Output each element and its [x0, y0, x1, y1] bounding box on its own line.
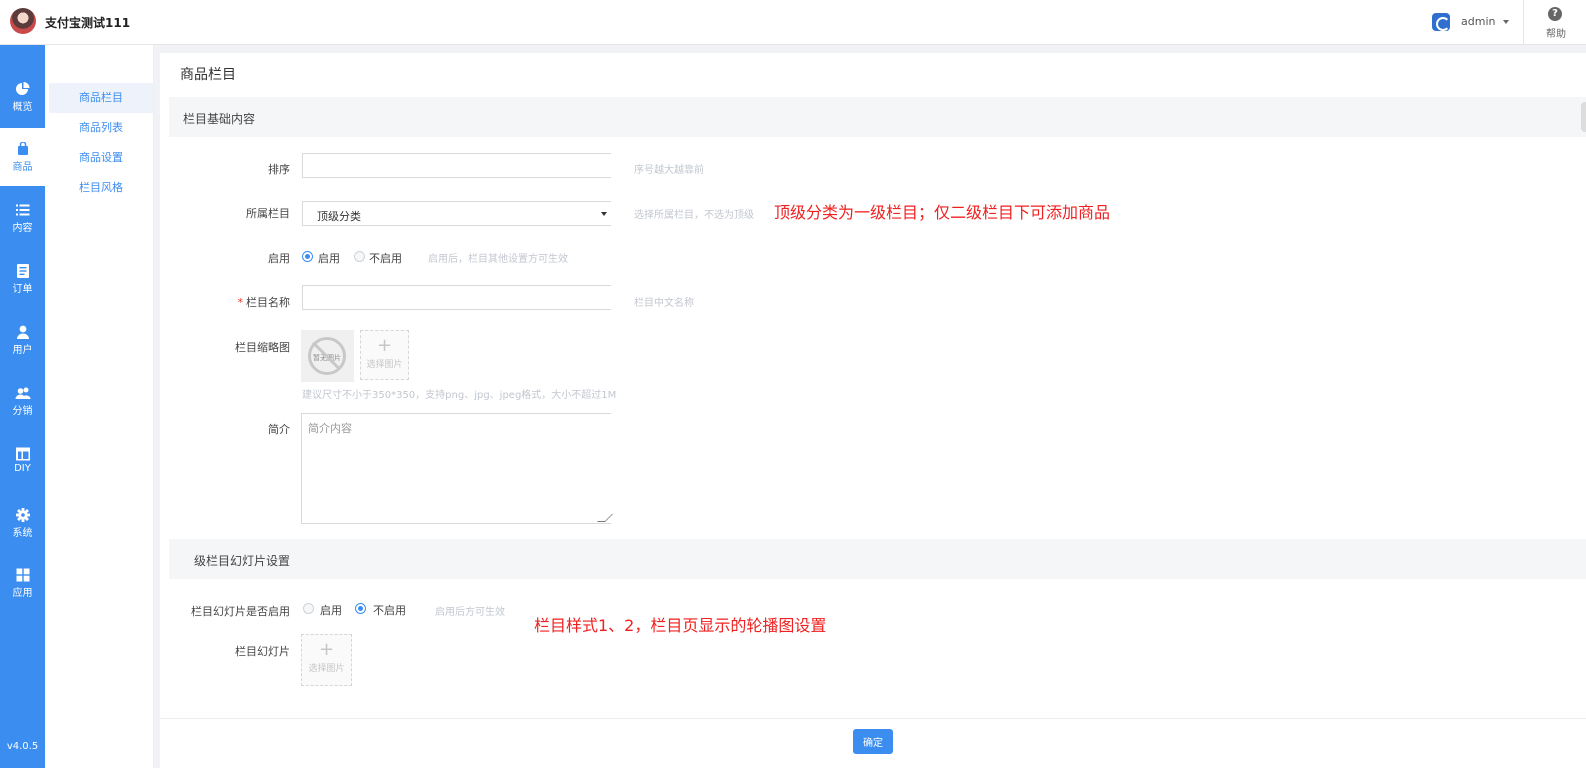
sub-menu: 商品栏目 商品列表 商品设置 栏目风格 [45, 45, 154, 768]
name-label: * 栏目名称 [237, 296, 291, 309]
top-header: 支付宝测试111 admin ? 帮助 [0, 0, 1586, 45]
header-divider [1523, 0, 1524, 44]
help-icon[interactable]: ? [1548, 7, 1562, 21]
bag-icon [15, 141, 31, 156]
annotation-slides: 栏目样式1、2，栏目页显示的轮播图设置 [534, 616, 827, 635]
thumb-upload-button[interactable]: + 选择图片 [360, 330, 409, 380]
help-label[interactable]: 帮助 [1546, 25, 1566, 40]
sidebar-item-orders[interactable]: 订单 [0, 250, 45, 308]
slide-hint: 启用后方可生效 [435, 607, 505, 618]
layout-icon [15, 447, 31, 461]
parent-hint: 选择所属栏目，不选为顶级 [634, 210, 754, 221]
gear-icon [15, 508, 31, 522]
caret-down-icon [601, 212, 607, 216]
enable-on-label[interactable]: 启用 [318, 250, 340, 266]
required-mark: * [237, 296, 244, 309]
submenu-item-category-style[interactable]: 栏目风格 [49, 173, 153, 203]
enable-off-radio[interactable] [354, 251, 365, 262]
section-title: 级栏目幻灯片设置 [194, 554, 291, 568]
intro-label: 简介 [268, 423, 290, 436]
thumb-label: 栏目缩略图 [235, 341, 290, 354]
slide-off-radio[interactable] [355, 603, 366, 614]
section-title: 栏目基础内容 [183, 112, 256, 126]
sidebar-item-system[interactable]: 系统 [0, 494, 45, 552]
thumbnail-preview: 暂无图片 [301, 330, 354, 382]
version-label: v4.0.5 [6, 741, 39, 752]
slide-enable-label: 栏目幻灯片是否启用 [191, 605, 290, 618]
annotation-top-level: 顶级分类为一级栏目；仅二级栏目下可添加商品 [774, 203, 1111, 222]
plus-icon: + [318, 639, 335, 660]
plus-icon: + [376, 335, 393, 356]
pie-chart-icon [15, 82, 31, 96]
confirm-button[interactable]: 确定 [853, 729, 893, 754]
thumb-hint: 建议尺寸不小于350*350，支持png、jpg、jpeg格式，大小不超过1M [302, 390, 617, 401]
sidebar-item-distribution[interactable]: 分销 [0, 372, 45, 430]
submenu-item-goods-settings[interactable]: 商品设置 [49, 143, 153, 173]
sort-input[interactable] [302, 153, 611, 178]
store-avatar[interactable] [10, 8, 36, 34]
parent-select[interactable]: 顶级分类 [302, 201, 611, 226]
parent-select-value: 顶级分类 [317, 210, 361, 223]
order-icon [15, 264, 31, 278]
sidebar-item-users[interactable]: 用户 [0, 311, 45, 369]
slide-on-label[interactable]: 启用 [320, 602, 342, 618]
main-content: 商品栏目 栏目基础内容 排序 序号越大越靠前 所属栏目 顶级分类 选择所属栏目，… [160, 53, 1586, 768]
footer-divider [160, 718, 1586, 719]
user-icon [15, 325, 31, 339]
name-hint: 栏目中文名称 [634, 298, 694, 309]
sidebar-item-diy[interactable]: DIY [0, 433, 45, 491]
slide-off-label[interactable]: 不启用 [373, 602, 406, 618]
main-sidebar: 概览 商品 内容 订单 用户 分销 DIY 系统 应用 v4.0.5 [0, 45, 45, 768]
sidebar-item-overview[interactable]: 概览 [0, 68, 45, 126]
enable-label: 启用 [268, 252, 290, 265]
store-name: 支付宝测试111 [45, 16, 131, 30]
slide-on-radio[interactable] [303, 603, 314, 614]
no-image-icon: 暂无图片 [308, 337, 346, 375]
slide-label: 栏目幻灯片 [235, 645, 290, 658]
enable-hint: 启用后，栏目其他设置方可生效 [428, 254, 568, 265]
section-header-slides: 级栏目幻灯片设置 [169, 539, 1586, 579]
page-title: 商品栏目 [180, 67, 236, 83]
intro-textarea[interactable] [301, 413, 611, 524]
submenu-item-category[interactable]: 商品栏目 [49, 83, 153, 113]
list-icon [15, 203, 31, 217]
section-header-basic: 栏目基础内容 [169, 97, 1586, 137]
slide-upload-button[interactable]: + 选择图片 [301, 634, 352, 686]
parent-label: 所属栏目 [246, 207, 290, 220]
sort-label: 排序 [268, 163, 290, 176]
enable-on-radio[interactable] [302, 251, 313, 262]
chevron-down-icon[interactable] [1503, 20, 1509, 24]
submenu-item-goods-list[interactable]: 商品列表 [49, 113, 153, 143]
admin-logo-icon[interactable] [1432, 13, 1450, 31]
sidebar-item-content[interactable]: 内容 [0, 189, 45, 247]
apps-icon [15, 568, 31, 582]
name-input[interactable] [302, 285, 611, 310]
sort-hint: 序号越大越靠前 [634, 165, 704, 176]
scroll-handle[interactable] [1581, 102, 1586, 132]
group-icon [15, 386, 31, 400]
admin-username[interactable]: admin [1461, 15, 1495, 28]
sidebar-item-apps[interactable]: 应用 [0, 554, 45, 612]
sidebar-item-goods[interactable]: 商品 [0, 128, 45, 186]
enable-off-label[interactable]: 不启用 [369, 250, 402, 266]
